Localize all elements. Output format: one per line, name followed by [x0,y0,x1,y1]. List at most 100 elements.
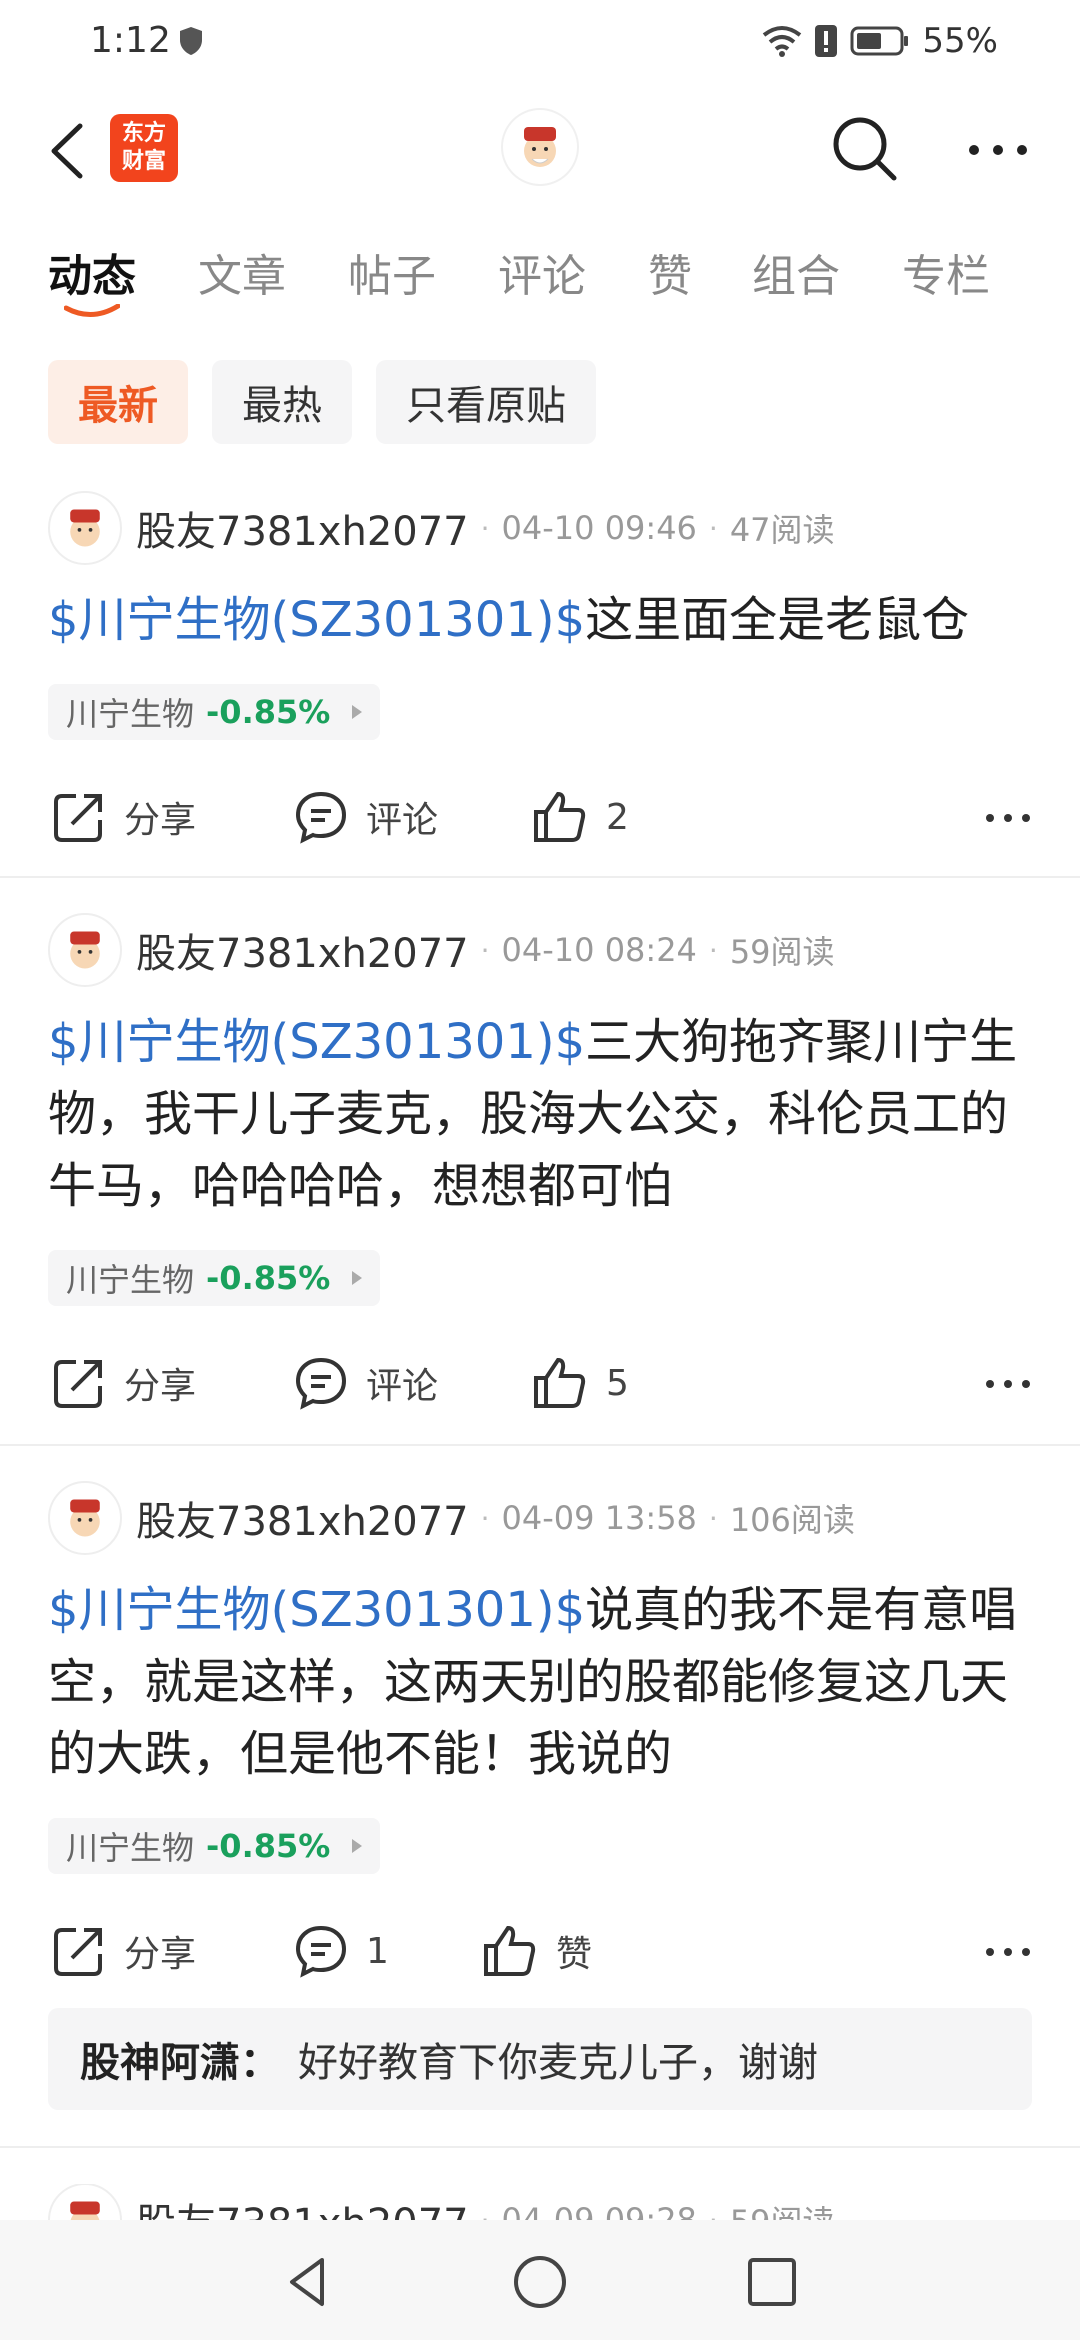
filter-original-only[interactable]: 只看原贴 [376,360,596,444]
fortune-god-avatar-icon [70,2201,100,2220]
comment-icon [295,1925,347,1978]
post-content[interactable]: $川宁生物(SZ301301)$说真的我不是有意唱空，就是这样，这两天别的股都能… [48,1574,1038,1790]
share-button[interactable]: 分享 [52,782,196,852]
app-logo: 东方 财富 [110,114,178,182]
stock-link[interactable]: $川宁生物(SZ301301)$ [48,1014,585,1070]
stock-change: -0.85% [206,693,331,731]
battery-icon [850,26,909,56]
list-item: 股友7381xh2077 · 04-09 13:58 · 106阅读 $川宁生物… [0,1481,1080,2132]
username[interactable]: 股友7381xh2077 [136,921,469,979]
post-time: 04-10 08:24 [501,931,697,969]
post-time: 04-09 13:58 [501,1499,697,1537]
username[interactable]: 股友7381xh2077 [136,1489,469,1547]
filter-chips: 最新 最热 只看原贴 [48,360,596,444]
comment-button[interactable]: 1 [294,1916,389,1986]
comment-label: 评论 [366,800,439,841]
more-icon[interactable] [984,798,1032,838]
fortune-god-avatar-icon [70,931,100,969]
nav-back-icon[interactable] [278,2252,338,2312]
post-meta: 股友7381xh2077 · 04-10 08:24 · 59阅读 [48,913,835,987]
stock-tag[interactable]: 川宁生物 -0.85% [48,684,381,740]
stock-link[interactable]: $川宁生物(SZ301301)$ [48,592,585,648]
user-avatar[interactable] [503,110,577,184]
stock-change: -0.85% [206,1259,331,1297]
status-bar: 1:12 55% [0,0,1080,84]
stock-name: 川宁生物 [66,1261,195,1299]
divider [0,1444,1080,1446]
post-content[interactable]: $川宁生物(SZ301301)$三大狗拖齐聚川宁生物，我干儿子麦克，股海大公交，… [48,1006,1038,1222]
stock-link[interactable]: $川宁生物(SZ301301)$ [48,1582,585,1638]
stock-name: 川宁生物 [66,1829,195,1867]
stock-tag[interactable]: 川宁生物 -0.85% [48,1818,381,1874]
post-body: 这里面全是老鼠仓 [585,592,970,648]
like-count: 2 [606,796,629,838]
stock-tag[interactable]: 川宁生物 -0.85% [48,1250,381,1306]
stock-change: -0.85% [206,1827,331,1865]
comment-text: 好好教育下你麦克儿子，谢谢 [298,2040,818,2086]
divider [0,876,1080,878]
caret-right-icon [352,705,363,719]
logo-text-bottom: 财富 [121,149,166,174]
logo-text-top: 东方 [121,121,166,146]
top-nav: 东方 财富 [0,100,1080,200]
system-nav-bar [0,2220,1080,2340]
share-icon [54,1928,102,1976]
like-button[interactable]: 5 [532,1348,629,1418]
comment-button[interactable]: 评论 [294,1348,438,1418]
more-icon[interactable] [984,1364,1032,1404]
status-time: 1:12 [90,20,171,61]
username[interactable]: 股友7381xh2077 [136,2191,469,2220]
battery-percent: 55% [922,21,998,61]
like-button[interactable]: 赞 [482,1916,592,1986]
search-icon[interactable] [828,112,900,184]
tab-posts[interactable]: 帖子 [348,240,436,304]
comment-preview[interactable]: 股神阿潇： 好好教育下你麦克儿子，谢谢 [48,2008,1032,2110]
tab-portfolio[interactable]: 组合 [752,240,840,304]
tab-articles[interactable]: 文章 [198,240,286,304]
read-count: 106阅读 [729,1501,855,1539]
share-button[interactable]: 分享 [52,1348,196,1418]
caret-right-icon [352,1839,363,1853]
avatar[interactable] [48,491,122,565]
post-meta: 股友7381xh2077 · 04-09 13:58 · 106阅读 [48,1481,855,1555]
share-button[interactable]: 分享 [52,1916,196,1986]
back-icon[interactable] [44,116,94,186]
post-meta: 股友7381xh2077 · 04-10 09:46 · 47阅读 [48,491,835,565]
stock-name: 川宁生物 [66,695,195,733]
comment-button[interactable]: 评论 [294,782,438,852]
read-count: 59阅读 [730,2197,835,2220]
list-item: 股友7381xh2077 · 04-10 09:46 · 47阅读 $川宁生物(… [0,491,1080,872]
list-item: 股友7381xh2077 · 04-09 09:28 · 59阅读 [0,2184,1080,2220]
filter-latest[interactable]: 最新 [48,360,188,444]
post-time: 04-10 09:46 [501,509,697,547]
avatar[interactable] [48,1481,122,1555]
post-content[interactable]: $川宁生物(SZ301301)$这里面全是老鼠仓 [48,584,1038,656]
tab-bar: 动态 文章 帖子 评论 赞 组合 专栏 [0,240,1080,330]
comment-author[interactable]: 股神阿潇： [80,2030,280,2088]
post-meta: 股友7381xh2077 · 04-09 09:28 · 59阅读 [48,2184,835,2220]
tab-comments[interactable]: 评论 [498,240,586,304]
like-count: 5 [606,1362,629,1404]
tab-active-indicator [64,304,120,317]
filter-hot[interactable]: 最热 [212,360,352,444]
more-icon[interactable] [984,1932,1032,1972]
read-count: 59阅读 [729,933,835,971]
like-button[interactable]: 2 [532,782,629,852]
tab-likes[interactable]: 赞 [648,240,692,304]
tab-dynamic[interactable]: 动态 [48,240,136,304]
avatar[interactable] [48,2184,122,2220]
post-time: 04-09 09:28 [501,2201,697,2220]
shield-icon [180,27,202,55]
more-icon[interactable] [965,130,1031,170]
divider [0,2146,1080,2148]
username[interactable]: 股友7381xh2077 [136,499,469,557]
thumbs-up-icon [534,1357,586,1408]
read-count: 47阅读 [729,511,835,549]
comment-count: 1 [366,1930,389,1972]
post-actions: 分享 评论 5 [0,1348,1080,1418]
nav-recents-icon[interactable] [742,2252,802,2312]
nav-home-icon[interactable] [510,2252,570,2312]
share-label: 分享 [124,1934,197,1975]
avatar[interactable] [48,913,122,987]
tab-columns[interactable]: 专栏 [902,240,990,304]
